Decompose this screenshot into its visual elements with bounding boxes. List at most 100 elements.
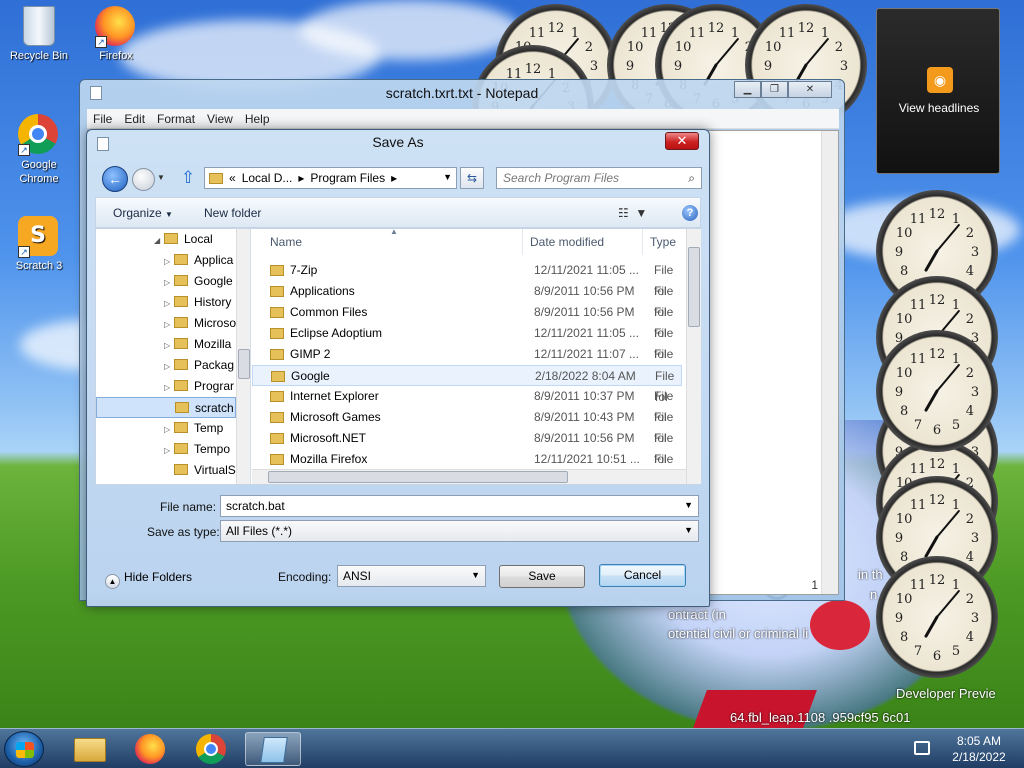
encoding-select[interactable]: ANSI ▼ bbox=[337, 565, 486, 587]
close-button[interactable]: ✕ bbox=[788, 81, 832, 98]
clock-gadget[interactable]: 121234567891011 bbox=[876, 330, 998, 452]
tree-item[interactable]: ▷ Google bbox=[164, 271, 233, 292]
file-row[interactable]: Applications 8/9/2011 10:56 PM File fol bbox=[252, 281, 682, 319]
feed-headlines-gadget[interactable]: ◉ View headlines bbox=[876, 8, 1000, 174]
tree-item[interactable]: ▷ Prograr bbox=[164, 376, 234, 397]
desktop-icon-recycle-bin[interactable]: Recycle Bin bbox=[3, 6, 75, 62]
file-name: 7-Zip bbox=[290, 263, 318, 277]
vertical-scrollbar[interactable] bbox=[821, 131, 838, 594]
file-row[interactable]: Internet Explorer 8/9/2011 10:37 PM File f… bbox=[252, 386, 682, 424]
breadcrumb-item[interactable]: Local D... bbox=[242, 171, 293, 185]
taskbar-chrome[interactable] bbox=[184, 732, 240, 766]
tree-item[interactable]: ▷ Mozilla bbox=[164, 334, 231, 355]
up-arrow-icon[interactable]: ⇧ bbox=[181, 168, 195, 188]
help-icon[interactable]: ? bbox=[682, 205, 698, 221]
tree-item[interactable]: VirtualS bbox=[164, 460, 236, 481]
tree-item[interactable]: ▷ History bbox=[164, 292, 231, 313]
search-icon[interactable]: ⌕ bbox=[688, 171, 695, 186]
hide-folders-button[interactable]: ▲ Hide Folders bbox=[105, 570, 192, 589]
tree-item-selected[interactable]: scratch bbox=[96, 397, 236, 418]
save-type-select[interactable]: All Files (*.*) ▼ bbox=[220, 520, 699, 542]
breadcrumb-item[interactable]: Program Files bbox=[310, 171, 385, 185]
refresh-button[interactable]: ⇆ bbox=[460, 167, 484, 189]
collapsed-arrow-icon[interactable]: ▷ bbox=[164, 335, 174, 356]
network-icon[interactable] bbox=[914, 741, 930, 755]
chevron-down-icon[interactable]: ▼ bbox=[471, 570, 480, 580]
recent-locations-dropdown[interactable]: ▼ bbox=[157, 173, 165, 182]
horizontal-scrollbar[interactable] bbox=[252, 469, 686, 484]
tree-item[interactable]: ▷ Tempo bbox=[164, 439, 230, 460]
file-row[interactable]: Microsoft Games 8/9/2011 10:43 PM File fol bbox=[252, 407, 682, 445]
menu-format[interactable]: Format bbox=[151, 109, 201, 128]
desktop-icon-scratch[interactable]: S ↗ Scratch 3 bbox=[3, 216, 75, 272]
chevron-down-icon[interactable]: ▼ bbox=[684, 500, 693, 510]
start-button[interactable] bbox=[4, 731, 44, 767]
file-row[interactable]: Common Files 8/9/2011 10:56 PM File fol bbox=[252, 302, 682, 340]
breadcrumb-overflow[interactable]: « bbox=[229, 171, 236, 185]
gadget-label[interactable]: View headlines bbox=[877, 101, 1001, 115]
desktop-icon-chrome[interactable]: ↗ Google Chrome bbox=[3, 114, 75, 186]
column-divider[interactable] bbox=[642, 229, 643, 255]
file-row[interactable]: Mozilla Firefox 12/11/2021 10:51 ... File … bbox=[252, 449, 682, 484]
column-header-type[interactable]: Type bbox=[650, 229, 676, 255]
taskbar-explorer[interactable] bbox=[62, 732, 118, 766]
collapsed-arrow-icon[interactable]: ▷ bbox=[164, 251, 174, 272]
tree-scrollbar[interactable] bbox=[236, 229, 250, 484]
menu-view[interactable]: View bbox=[201, 109, 239, 128]
scrollbar-thumb[interactable] bbox=[238, 349, 250, 379]
save-as-dialog[interactable]: Save As ✕ ← ▼ ⇧ « Local D... ▸ Program F… bbox=[86, 129, 710, 607]
notepad-icon bbox=[90, 86, 102, 100]
clock-gadget[interactable]: 121234567891011 bbox=[876, 556, 998, 678]
menu-file[interactable]: File bbox=[87, 109, 118, 128]
chevron-right-icon[interactable]: ▸ bbox=[391, 171, 397, 185]
file-row[interactable]: Microsoft.NET 8/9/2011 10:56 PM File fol bbox=[252, 428, 682, 466]
file-name-field[interactable]: scratch.bat ▼ bbox=[220, 495, 699, 517]
column-header-date[interactable]: Date modified bbox=[530, 229, 604, 255]
collapsed-arrow-icon[interactable]: ▷ bbox=[164, 314, 174, 335]
tree-item[interactable]: ▷ Packag bbox=[164, 355, 234, 376]
clock-numeral: 10 bbox=[896, 366, 913, 381]
menu-help[interactable]: Help bbox=[239, 109, 276, 128]
file-row[interactable]: 7-Zip 12/11/2021 11:05 ... File fol bbox=[252, 260, 682, 298]
forward-button[interactable] bbox=[132, 168, 155, 191]
collapsed-arrow-icon[interactable]: ▷ bbox=[164, 293, 174, 314]
tree-item[interactable]: ▷ Microso bbox=[164, 313, 236, 334]
collapsed-arrow-icon[interactable]: ▷ bbox=[164, 356, 174, 377]
collapsed-arrow-icon[interactable]: ▷ bbox=[164, 377, 174, 398]
desktop-icon-firefox[interactable]: ↗ Firefox bbox=[80, 6, 152, 62]
cancel-button[interactable]: Cancel bbox=[599, 564, 686, 587]
chevron-down-icon[interactable]: ▼ bbox=[443, 172, 452, 182]
back-button[interactable]: ← bbox=[102, 166, 128, 192]
file-row[interactable]: Eclipse Adoptium 12/11/2021 11:05 ... File… bbox=[252, 323, 682, 361]
scrollbar-thumb[interactable] bbox=[688, 247, 700, 327]
chevron-right-icon[interactable]: ▸ bbox=[298, 171, 304, 185]
expanded-arrow-icon[interactable]: ◢ bbox=[154, 230, 164, 251]
column-header-name[interactable]: Name bbox=[270, 229, 302, 255]
taskbar-firefox[interactable] bbox=[123, 732, 179, 766]
address-bar[interactable]: « Local D... ▸ Program Files ▸ ▼ bbox=[204, 167, 457, 189]
collapsed-arrow-icon[interactable]: ▷ bbox=[164, 440, 174, 461]
menu-edit[interactable]: Edit bbox=[118, 109, 151, 128]
chevron-down-icon[interactable]: ▼ bbox=[684, 525, 693, 535]
tray-clock[interactable]: 8:05 AM 2/18/2022 bbox=[940, 733, 1018, 765]
close-button[interactable]: ✕ bbox=[665, 132, 699, 150]
column-divider[interactable] bbox=[522, 229, 523, 255]
chevron-up-icon: ▲ bbox=[105, 574, 120, 589]
minimize-button[interactable]: ▁ bbox=[734, 81, 761, 98]
change-view-button[interactable]: ☷ ▼ bbox=[618, 206, 647, 220]
save-button[interactable]: Save bbox=[499, 565, 585, 588]
tree-item[interactable]: ◢ Local bbox=[154, 229, 213, 250]
tree-item[interactable]: ▷ Temp bbox=[164, 418, 223, 439]
file-list-scrollbar[interactable] bbox=[686, 229, 701, 484]
collapsed-arrow-icon[interactable]: ▷ bbox=[164, 419, 174, 440]
file-row-hover[interactable]: Google 2/18/2022 8:04 AM File fol bbox=[252, 365, 682, 404]
taskbar-notepad[interactable] bbox=[245, 732, 301, 766]
organize-button[interactable]: Organize ▼ bbox=[113, 206, 173, 220]
file-row[interactable]: GIMP 212/11/2021 11:07 ...File fol bbox=[252, 344, 682, 382]
collapsed-arrow-icon[interactable]: ▷ bbox=[164, 272, 174, 293]
new-folder-button[interactable]: New folder bbox=[204, 206, 261, 220]
maximize-button[interactable]: ❐ bbox=[761, 81, 788, 98]
search-input[interactable]: Search Program Files ⌕ bbox=[496, 167, 702, 189]
tree-item[interactable]: ▷ Applica bbox=[164, 250, 233, 271]
scrollbar-thumb[interactable] bbox=[268, 471, 568, 483]
